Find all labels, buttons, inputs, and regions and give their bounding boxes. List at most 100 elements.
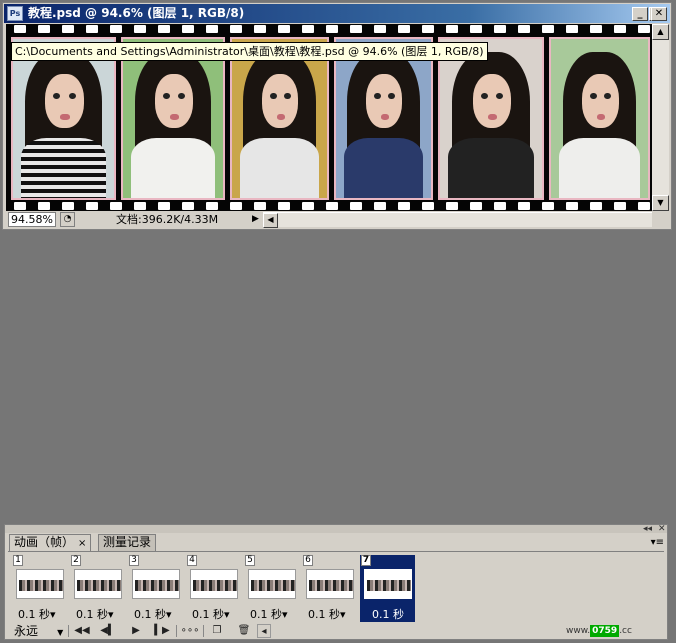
photo-frame [549,37,650,200]
scroll-up-icon[interactable]: ▲ [652,24,669,40]
frame-delay-select[interactable]: 0.1 秒▾ [18,609,56,621]
next-frame-icon[interactable]: ▍▶ [152,624,172,638]
sprocket-hole [422,25,434,33]
sprocket-hole [206,25,218,33]
frame-delay-select[interactable]: 0.1 秒▾ [250,609,288,621]
animation-frame[interactable]: 4 0.1 秒▾ [186,555,241,622]
sprocket-hole [206,202,218,210]
sprocket-hole [470,25,482,33]
animation-frame[interactable]: 6 0.1 秒▾ [302,555,357,622]
sprocket-hole [158,202,170,210]
close-button[interactable]: ✕ [651,7,667,21]
delete-frame-icon[interactable]: 🗑 [234,624,254,638]
sprocket-hole [86,202,98,210]
frame-delay-select[interactable]: 0.1 秒▾ [76,609,114,621]
frame-thumbnail [364,569,412,599]
tab-close-icon[interactable]: × [78,538,86,549]
panel-menu-icon[interactable]: ▾≡ [651,537,664,548]
watermark-prefix: www. [566,626,591,636]
panel-close-icon[interactable]: ✕ [658,525,666,534]
animation-frame[interactable]: 5 0.1 秒▾ [244,555,299,622]
zoom-input[interactable]: 94.58% [8,212,56,227]
prev-frame-icon[interactable]: ◀▍ [98,624,118,638]
title-bar[interactable]: Ps 教程.psd @ 94.6% (图层 1, RGB/8) _ □ [4,4,670,23]
sprocket-hole [638,25,650,33]
sprocket-hole [278,202,290,210]
status-menu-arrow-icon[interactable]: ▶ [252,213,259,226]
divider [68,625,69,637]
sprocket-hole [14,202,26,210]
panel-collapse-icon[interactable]: ◂◂ [643,525,652,534]
sprocket-hole [542,202,554,210]
sprocket-hole [374,25,386,33]
sprocket-hole [590,25,602,33]
frame-thumbnail [132,569,180,599]
duplicate-frame-icon[interactable]: ❐ [207,624,227,638]
photoshop-doc-icon: Ps [7,6,23,21]
sprocket-hole [422,202,434,210]
sprocket-row-bottom [6,202,652,211]
horizontal-scrollbar[interactable]: ◀ [263,212,652,228]
frame-number: 6 [303,555,313,566]
sprocket-hole [182,202,194,210]
sprocket-hole [638,202,650,210]
sprocket-hole [326,25,338,33]
watermark: www. 0759 .cc [566,625,632,637]
frame-number: 4 [187,555,197,566]
sprocket-hole [446,25,458,33]
sprocket-hole [590,202,602,210]
tab-measurement-label: 测量记录 [103,535,152,549]
frame-number: 2 [71,555,81,566]
tab-animation-label: 动画（帧） [14,535,75,549]
sprocket-hole [566,202,578,210]
tab-animation[interactable]: 动画（帧） × [9,534,92,551]
sprocket-hole [518,202,530,210]
sprocket-hole [230,25,242,33]
frame-delay-select[interactable]: 0.1 秒▾ [192,609,230,621]
first-frame-icon[interactable]: ◀◀ [72,624,92,638]
animation-frame[interactable]: 3 0.1 秒▾ [128,555,183,622]
window-title: 教程.psd @ 94.6% (图层 1, RGB/8) [28,6,245,20]
sprocket-hole [302,25,314,33]
sprocket-hole [542,25,554,33]
panel-drag-bar[interactable] [5,525,667,533]
loop-options-select[interactable]: 永远 ▼ [14,624,63,640]
sprocket-hole [254,25,266,33]
playback-controls: 永远 ▼ ◀◀ ◀▍ ▶ ▍▶ ∘∘∘ ❐ 🗑 ◂ www. 0759 .cc [8,623,664,639]
sprocket-row-top [6,25,652,35]
status-info-icon[interactable]: ◔ [60,212,75,227]
sprocket-hole [326,202,338,210]
sprocket-hole [398,25,410,33]
tween-icon[interactable]: ∘∘∘ [180,624,200,638]
animation-frame[interactable]: 7 0.1 秒 [360,555,415,622]
sprocket-hole [110,202,122,210]
animation-frame[interactable]: 2 0.1 秒▾ [70,555,125,622]
sprocket-hole [38,25,50,33]
sprocket-hole [350,202,362,210]
frame-delay-select[interactable]: 0.1 秒▾ [134,609,172,621]
minimize-button[interactable]: _ [632,7,648,21]
watermark-logo: 0759 [590,625,620,637]
sprocket-hole [38,202,50,210]
sprocket-hole [134,202,146,210]
vertical-scrollbar[interactable]: ▲ ▼ [652,24,669,211]
animation-panel: ◂◂ ✕ 动画（帧） × 测量记录 ▾≡ 1 0.1 秒▾ 2 0.1 秒▾ 3 0.1 秒… [4,524,668,640]
tab-measurement-log[interactable]: 测量记录 [98,534,157,551]
resize-grip[interactable] [652,211,669,228]
frame-number: 7 [361,555,371,566]
sprocket-hole [134,25,146,33]
sprocket-hole [302,202,314,210]
frame-delay-select[interactable]: 0.1 秒▾ [308,609,346,621]
loop-option-label: 永远 [14,624,39,638]
frame-delay-select[interactable]: 0.1 秒 [372,609,404,621]
file-path-tooltip: C:\Documents and Settings\Administrator\… [11,42,488,61]
scroll-down-icon[interactable]: ▼ [652,195,669,211]
scroll-left-icon[interactable]: ◂ [257,624,271,638]
animation-frame[interactable]: 1 0.1 秒▾ [12,555,67,622]
scroll-left-icon[interactable]: ◀ [263,213,278,228]
play-icon[interactable]: ▶ [126,624,146,638]
document-size-info: 文档:396.2K/4.33M [116,213,219,226]
sprocket-hole [614,25,626,33]
photo-frame [11,37,116,200]
dropdown-arrow-icon: ▼ [57,628,64,637]
